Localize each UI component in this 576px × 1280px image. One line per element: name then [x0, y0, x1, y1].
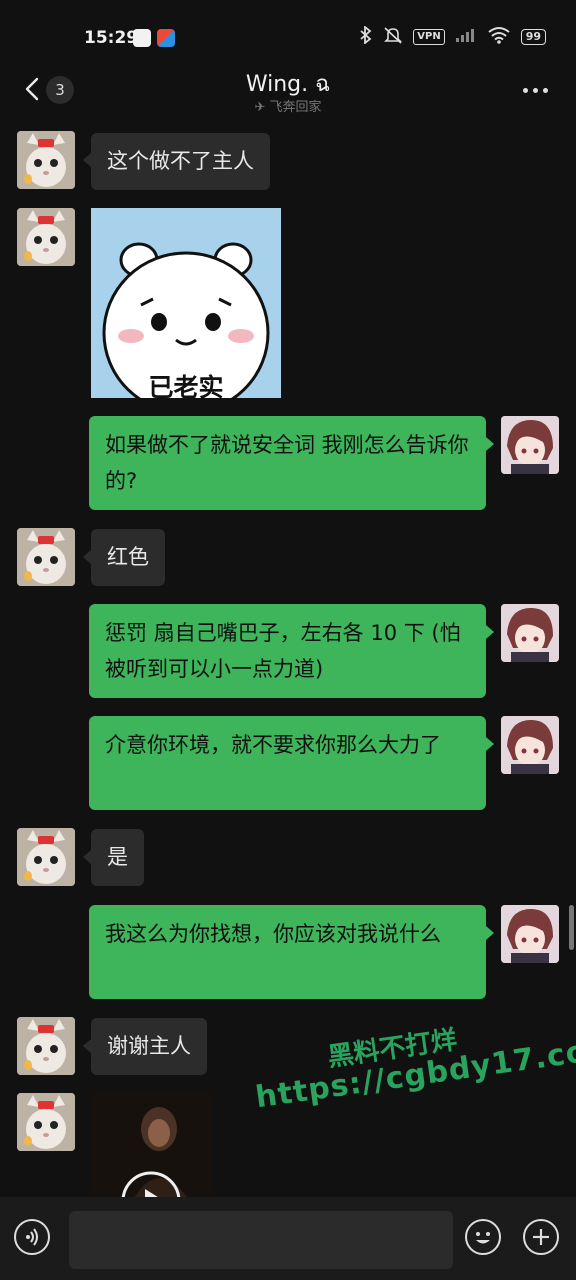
wifi-icon — [487, 26, 511, 47]
bubble-tail — [83, 550, 91, 564]
input-bar — [0, 1197, 576, 1280]
bubble-tail — [486, 737, 494, 751]
scrollbar[interactable] — [569, 905, 574, 950]
self-avatar[interactable] — [501, 905, 559, 963]
self-avatar[interactable] — [501, 716, 559, 774]
contact-avatar[interactable] — [17, 828, 75, 886]
contact-status: ✈ 飞奔回家 — [0, 96, 576, 115]
battery-indicator: 99 — [520, 28, 546, 45]
message-input[interactable] — [69, 1211, 453, 1269]
message-bubble-sent[interactable]: 介意你环境，就不要求你那么大力了 — [89, 716, 486, 810]
more-options-icon[interactable] — [523, 88, 548, 93]
bubble-tail — [486, 437, 494, 451]
message-bubble-received[interactable]: 这个做不了主人 — [91, 133, 270, 190]
message-bubble-sent[interactable]: 惩罚 扇自己嘴巴子，左右各 10 下 (怕被听到可以小一点力道) — [89, 604, 486, 698]
add-attachment-icon[interactable] — [523, 1219, 559, 1255]
status-time: 15:29 — [84, 28, 139, 48]
message-bubble-sent[interactable]: 如果做不了就说安全词 我刚怎么告诉你的? — [89, 416, 486, 510]
contact-avatar[interactable] — [17, 528, 75, 586]
bubble-tail — [83, 1039, 91, 1053]
contact-avatar[interactable] — [17, 208, 75, 266]
message-bubble-received[interactable]: 红色 — [91, 529, 165, 586]
message-bubble-received[interactable]: 是 — [91, 829, 144, 886]
signal-icon — [455, 27, 477, 46]
voice-input-icon[interactable] — [14, 1219, 50, 1255]
app-notification-icon — [133, 29, 151, 47]
chat-header: 3 Wing. ฉ ✈ 飞奔回家 — [0, 60, 576, 120]
message-bubble-received[interactable]: 谢谢主人 — [91, 1018, 207, 1075]
bluetooth-icon — [359, 25, 373, 47]
message-bubble-sent[interactable]: 我这么为你找想，你应该对我说什么 — [89, 905, 486, 999]
status-plane-icon: ✈ — [254, 100, 266, 115]
bubble-tail — [83, 153, 91, 167]
mute-icon — [383, 26, 403, 47]
self-avatar[interactable] — [501, 604, 559, 662]
contact-status-text: 飞奔回家 — [269, 100, 322, 115]
self-avatar[interactable] — [501, 416, 559, 474]
contact-avatar[interactable] — [17, 1017, 75, 1075]
contact-avatar[interactable] — [17, 1093, 75, 1151]
sticker-caption: 已老实 — [148, 373, 224, 398]
bubble-tail — [486, 926, 494, 940]
vpn-badge: VPN — [413, 28, 445, 45]
emoji-icon[interactable] — [465, 1219, 501, 1255]
bubble-tail — [486, 625, 494, 639]
video-message-thumbnail[interactable] — [91, 1093, 212, 1203]
sticker-image[interactable]: 已老实 — [91, 208, 281, 398]
contact-avatar[interactable] — [17, 131, 75, 189]
app-notification-icon — [157, 29, 175, 47]
bubble-tail — [83, 850, 91, 864]
